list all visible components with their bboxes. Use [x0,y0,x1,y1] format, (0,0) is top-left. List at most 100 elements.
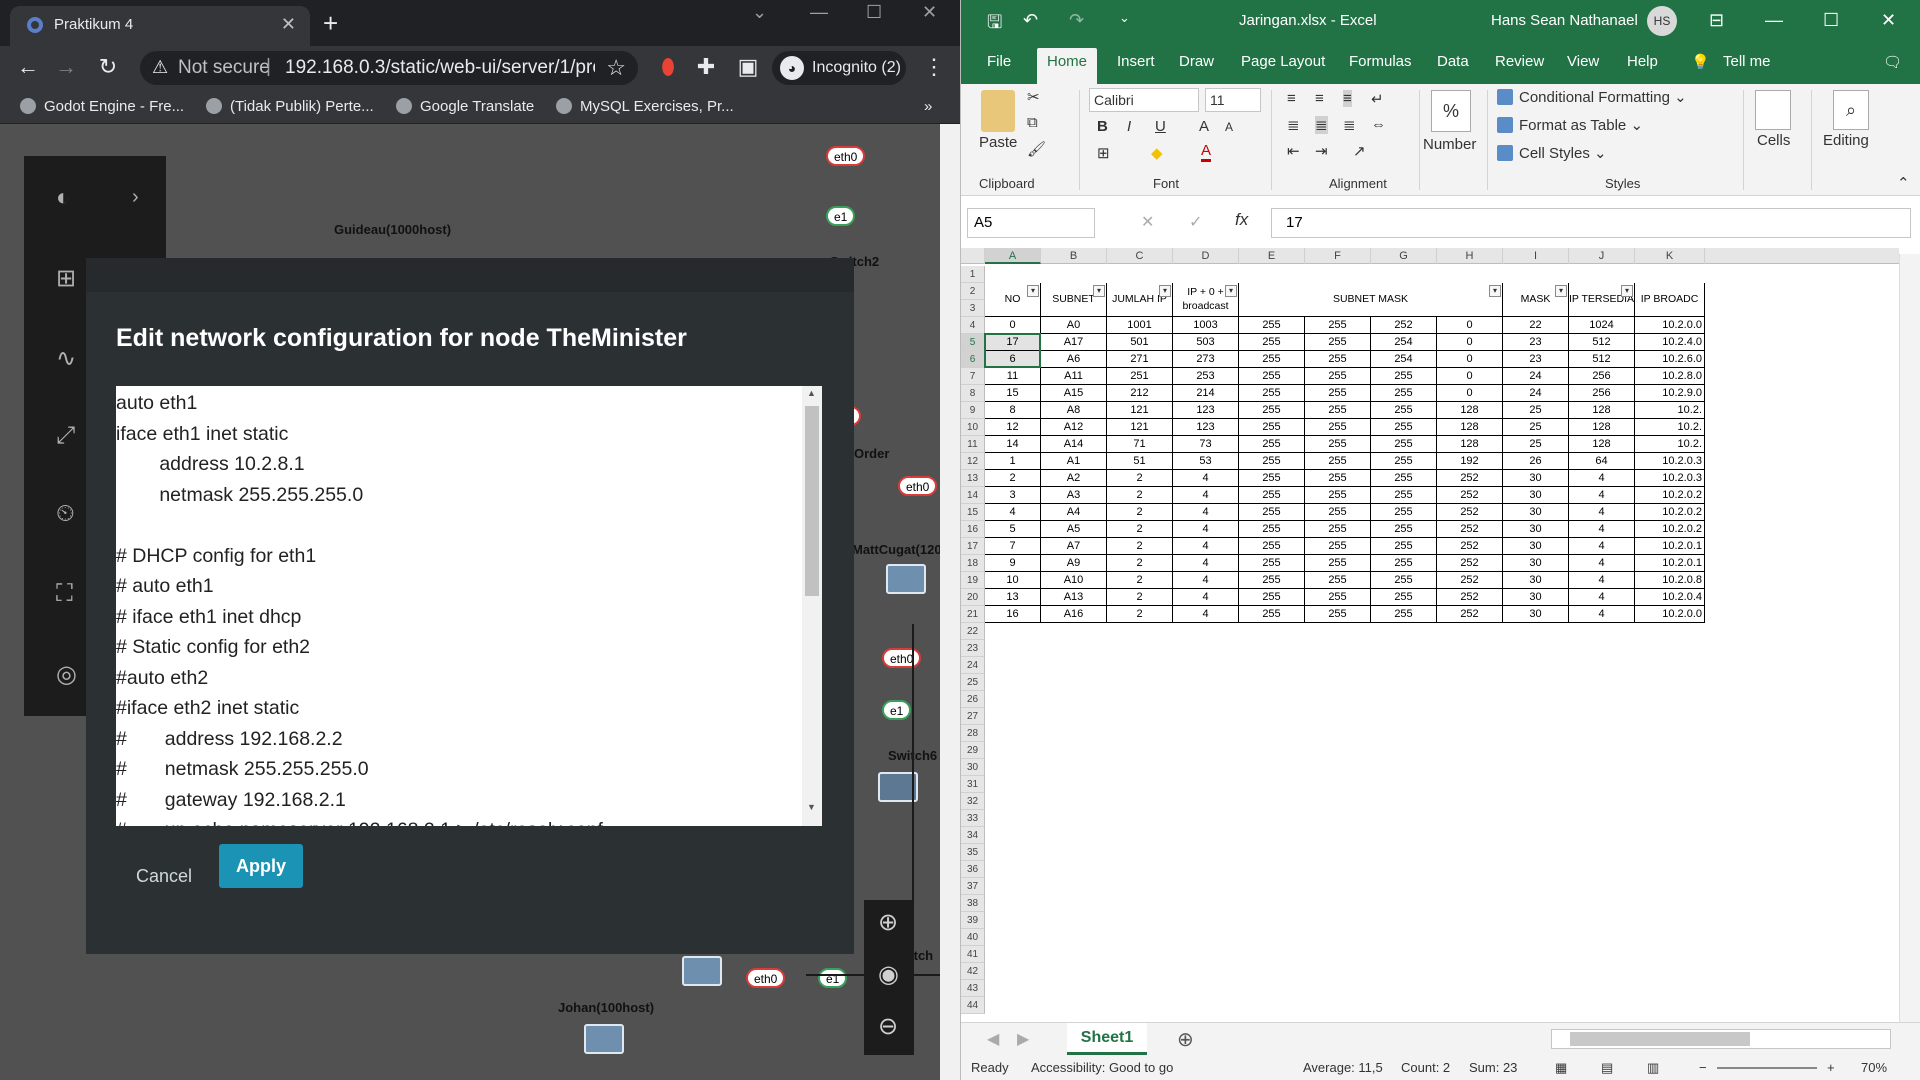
normal-view-icon[interactable]: ▦ [1555,1060,1567,1076]
spreadsheet-grid[interactable]: ABCDEFGHIJK 1 2 3 4 5 6 7 8 9 10 11 12 13 14 15 16 17 18 1… [961,248,1899,1022]
fullscreen-icon[interactable]: ⛶ [56,580,73,608]
table-cell[interactable]: A6 [1041,351,1107,368]
column-header[interactable]: C [1107,248,1173,264]
row-header[interactable]: 43 [961,980,985,997]
search-icon[interactable]: ⌕ [1833,90,1869,130]
table-cell[interactable]: 2 [1107,470,1173,487]
row-header[interactable]: 36 [961,861,985,878]
table-cell[interactable]: 4 [1173,504,1239,521]
row-header[interactable]: 30 [961,759,985,776]
filter-dropdown-icon[interactable]: ▾ [1093,285,1105,297]
underline-icon[interactable]: U [1155,118,1166,135]
table-cell[interactable]: 10.2.0.1 [1635,538,1705,555]
bookmark-item[interactable]: MySQL Exercises, Pr... [556,98,734,115]
table-cell[interactable]: 12 [985,419,1041,436]
table-cell[interactable]: 10.2. [1635,402,1705,419]
table-cell[interactable]: 2 [1107,555,1173,572]
table-cell[interactable]: 255 [1239,368,1305,385]
paste-button[interactable]: Paste [979,134,1017,151]
table-cell[interactable]: 271 [1107,351,1173,368]
format-as-table-button[interactable]: Format as Table ⌄ [1497,116,1643,134]
table-cell[interactable]: 4 [985,504,1041,521]
table-cell[interactable]: 255 [1371,470,1437,487]
table-cell[interactable]: 2 [1107,504,1173,521]
column-header[interactable]: I [1503,248,1569,264]
page-break-icon[interactable]: ▥ [1647,1060,1659,1076]
table-cell[interactable]: 255 [1371,487,1437,504]
format-painter-icon[interactable]: 🖌 [1027,140,1046,158]
table-cell[interactable]: 4 [1173,572,1239,589]
zoom-level[interactable]: 70% [1861,1060,1887,1075]
table-cell[interactable]: 7 [985,538,1041,555]
table-cell[interactable]: A1 [1041,453,1107,470]
bookmark-star-icon[interactable]: ☆ [606,55,626,81]
row-header[interactable]: 14 [961,487,985,504]
table-cell[interactable]: 73 [1173,436,1239,453]
copy-icon[interactable]: ⧉ [1027,114,1038,131]
table-cell[interactable]: 255 [1239,521,1305,538]
fit-view-icon[interactable]: ⤢ [56,422,75,450]
column-header[interactable]: E [1239,248,1305,264]
table-cell[interactable]: 255 [1371,521,1437,538]
table-cell[interactable]: 128 [1437,436,1503,453]
table-cell[interactable]: A13 [1041,589,1107,606]
table-cell[interactable]: 501 [1107,334,1173,351]
screenshot-icon[interactable]: ◎ [56,660,77,689]
table-cell[interactable]: 252 [1437,572,1503,589]
increase-font-icon[interactable]: A [1199,118,1209,135]
row-header[interactable]: 1 [961,266,985,283]
table-cell[interactable]: 255 [1371,453,1437,470]
row-header[interactable]: 35 [961,844,985,861]
table-cell[interactable]: 25 [1503,436,1569,453]
increase-indent-icon[interactable]: ⇥ [1315,142,1328,160]
confirm-entry-icon[interactable]: ✓ [1189,212,1202,232]
row-header[interactable]: 29 [961,742,985,759]
filter-dropdown-icon[interactable]: ▾ [1621,285,1633,297]
table-cell[interactable]: 192 [1437,453,1503,470]
table-cell[interactable]: 252 [1437,538,1503,555]
filter-dropdown-icon[interactable]: ▾ [1489,285,1501,297]
filter-dropdown-icon[interactable]: ▾ [1555,285,1567,297]
minimize-icon[interactable]: — [1765,10,1783,31]
cancel-button[interactable]: Cancel [126,856,202,897]
table-cell[interactable]: 256 [1569,385,1635,402]
tab-draw[interactable]: Draw [1179,53,1214,70]
row-header[interactable]: 20 [961,589,985,606]
table-cell[interactable]: 255 [1239,555,1305,572]
table-cell[interactable]: 255 [1305,317,1371,334]
address-bar[interactable]: ⚠ Not secure | 192.168.0.3/static/web-ui… [140,51,638,85]
row-header[interactable]: 3 [961,300,985,317]
table-cell[interactable]: 2 [1107,589,1173,606]
row-header[interactable]: 8 [961,385,985,402]
table-cell[interactable]: 4 [1173,555,1239,572]
table-cell[interactable]: 255 [1371,572,1437,589]
table-cell[interactable]: 128 [1569,419,1635,436]
table-cell[interactable]: 255 [1305,436,1371,453]
maximize-icon[interactable]: ☐ [1823,10,1839,31]
zoom-out-icon[interactable]: − [1699,1060,1707,1075]
tell-me-search[interactable]: Tell me [1723,53,1771,70]
table-cell[interactable]: 255 [1371,402,1437,419]
table-cell[interactable]: 0 [1437,334,1503,351]
table-cell[interactable]: 25 [1503,402,1569,419]
tab-page-layout[interactable]: Page Layout [1241,53,1325,70]
number-format-icon[interactable]: % [1431,90,1471,132]
table-cell[interactable]: A9 [1041,555,1107,572]
table-cell[interactable]: 273 [1173,351,1239,368]
tab-search-icon[interactable]: ⌄ [752,2,767,23]
extension-shield-icon[interactable]: ⬮ [654,54,682,80]
table-cell[interactable]: 30 [1503,572,1569,589]
maximize-icon[interactable]: ☐ [866,2,882,23]
table-cell[interactable]: 1 [985,453,1041,470]
table-cell[interactable]: A5 [1041,521,1107,538]
filter-dropdown-icon[interactable]: ▾ [1027,285,1039,297]
table-cell[interactable]: 71 [1107,436,1173,453]
table-cell[interactable]: 255 [1305,368,1371,385]
comments-icon[interactable]: 🗨 [1883,53,1902,71]
table-cell[interactable]: 10.2.6.0 [1635,351,1705,368]
ribbon-display-icon[interactable]: ⊟ [1709,10,1724,31]
table-cell[interactable]: 14 [985,436,1041,453]
table-cell[interactable]: 10.2.4.0 [1635,334,1705,351]
table-cell[interactable]: 10.2.0.8 [1635,572,1705,589]
zoom-slider[interactable] [1717,1067,1817,1069]
